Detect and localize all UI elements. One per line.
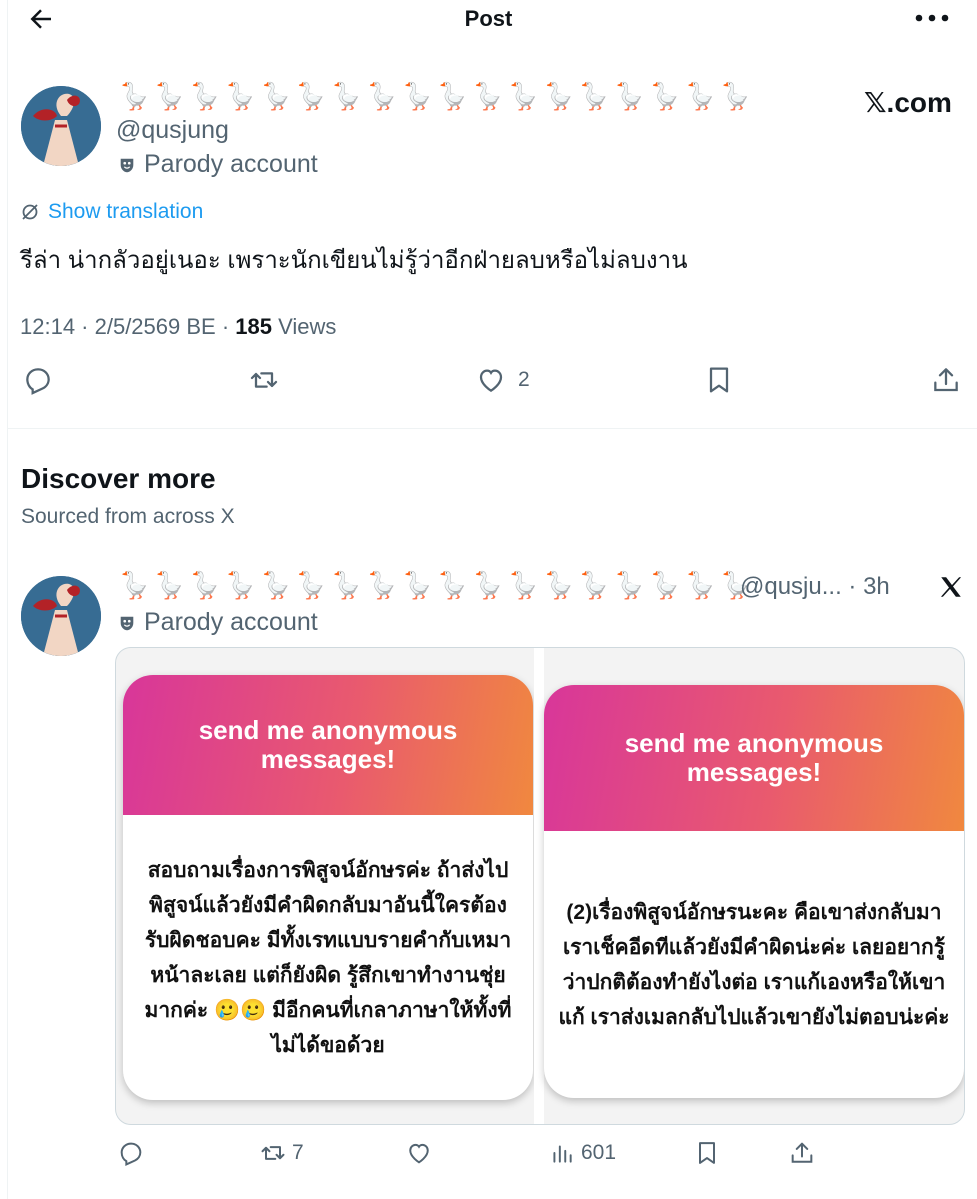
avatar[interactable] — [21, 576, 101, 656]
left-border — [7, 0, 8, 1199]
show-translation-label[interactable]: Show translation — [48, 200, 203, 224]
heart-icon — [479, 369, 503, 392]
handle-and-time[interactable]: @qusju... · 3h — [740, 573, 890, 601]
like-count: 2 — [518, 368, 530, 391]
post-actions: 7 601 — [0, 1139, 977, 1179]
repost-icon — [261, 1146, 285, 1160]
like-button[interactable]: 2 — [474, 364, 530, 396]
xcom-watermark: 𝕏.com — [864, 87, 952, 118]
post-text: รีล่า น่ากลัวอยู่เนอะ เพราะนักเขียนไม่รู… — [20, 247, 688, 274]
bookmark-icon — [709, 367, 729, 393]
media-card-2[interactable]: send me anonymous messages! (2)เรื่องพิส… — [544, 685, 964, 1098]
card-header: send me anonymous messages! — [123, 675, 533, 815]
card-header-text: send me anonymous messages! — [624, 728, 884, 787]
reply-icon — [120, 1142, 142, 1166]
post-meta: 12:14 · 2/5/2569 BE · 185 Views — [20, 314, 336, 340]
display-name[interactable]: 🪿🪿🪿🪿🪿🪿🪿🪿🪿🪿🪿🪿🪿🪿🪿🪿🪿🪿 — [118, 571, 755, 601]
repost-button[interactable] — [247, 364, 281, 396]
parody-label: Parody account — [118, 150, 318, 179]
analytics-icon — [553, 1145, 572, 1163]
reply-icon — [26, 368, 50, 395]
avatar[interactable] — [21, 86, 101, 166]
media-gap — [534, 648, 544, 1124]
more-options-icon[interactable] — [912, 4, 952, 32]
bookmark-icon — [699, 1142, 715, 1164]
display-name[interactable]: 🪿🪿🪿🪿🪿🪿🪿🪿🪿🪿🪿🪿🪿🪿🪿🪿🪿🪿 — [118, 82, 755, 112]
bookmark-button[interactable] — [693, 1139, 721, 1167]
x-logo-icon — [940, 577, 962, 597]
card-header: send me anonymous messages! — [544, 685, 964, 831]
parody-mask-icon — [120, 158, 134, 172]
page-title: Post — [464, 6, 513, 31]
repost-icon — [250, 372, 278, 388]
card-body-text: (2)เรื่องพิสูจน์อักษรนะคะ คือเขาส่งกลับม… — [558, 900, 950, 1029]
heart-icon — [409, 1143, 429, 1164]
share-icon — [934, 368, 958, 392]
translate-icon — [22, 204, 38, 220]
card-body: สอบถามเรื่องการพิสูจน์อักษรค่ะ ถ้าส่งไปพ… — [123, 815, 533, 1100]
like-button[interactable] — [404, 1139, 434, 1167]
views-button[interactable]: 601 — [549, 1139, 616, 1167]
repost-button[interactable]: 7 — [258, 1139, 304, 1167]
parody-text: Parody account — [144, 150, 318, 178]
post-timestamp[interactable]: 12:14 · 2/5/2569 BE · — [20, 314, 235, 339]
reply-button[interactable] — [117, 1139, 145, 1167]
post-media[interactable]: send me anonymous messages! สอบถามเรื่อง… — [115, 647, 965, 1125]
parody-mask-icon — [120, 616, 134, 630]
post-page: Post 🪿🪿🪿🪿🪿🪿🪿🪿🪿🪿🪿🪿🪿🪿🪿🪿🪿🪿 @qusjung Parody … — [0, 0, 977, 1199]
discover-title: Discover more — [21, 463, 216, 494]
show-translation-link[interactable]: Show translation — [20, 200, 203, 224]
views-count: 601 — [581, 1141, 617, 1164]
media-card-1[interactable]: send me anonymous messages! สอบถามเรื่อง… — [123, 675, 533, 1100]
views-label: Views — [271, 314, 337, 339]
share-icon — [791, 1142, 813, 1163]
views-count: 185 — [235, 314, 272, 339]
card-body: (2)เรื่องพิสูจน์อักษรนะคะ คือเขาส่งกลับม… — [544, 831, 964, 1098]
share-button[interactable] — [930, 364, 962, 396]
card-body-text: สอบถามเรื่องการพิสูจน์อักษรค่ะ ถ้าส่งไปพ… — [144, 858, 512, 1057]
top-bar: Post — [0, 0, 977, 38]
bookmark-button[interactable] — [703, 364, 735, 396]
reply-button[interactable] — [22, 364, 54, 396]
section-divider — [7, 428, 977, 429]
parody-label: Parody account — [118, 608, 318, 637]
parody-text: Parody account — [144, 608, 318, 636]
post-actions: 2 — [0, 364, 977, 404]
discover-subtitle: Sourced from across X — [21, 505, 235, 528]
card-header-text: send me anonymous messages! — [198, 715, 458, 774]
user-handle[interactable]: @qusjung — [116, 116, 229, 145]
repost-count: 7 — [292, 1141, 304, 1164]
share-button[interactable] — [788, 1139, 816, 1167]
